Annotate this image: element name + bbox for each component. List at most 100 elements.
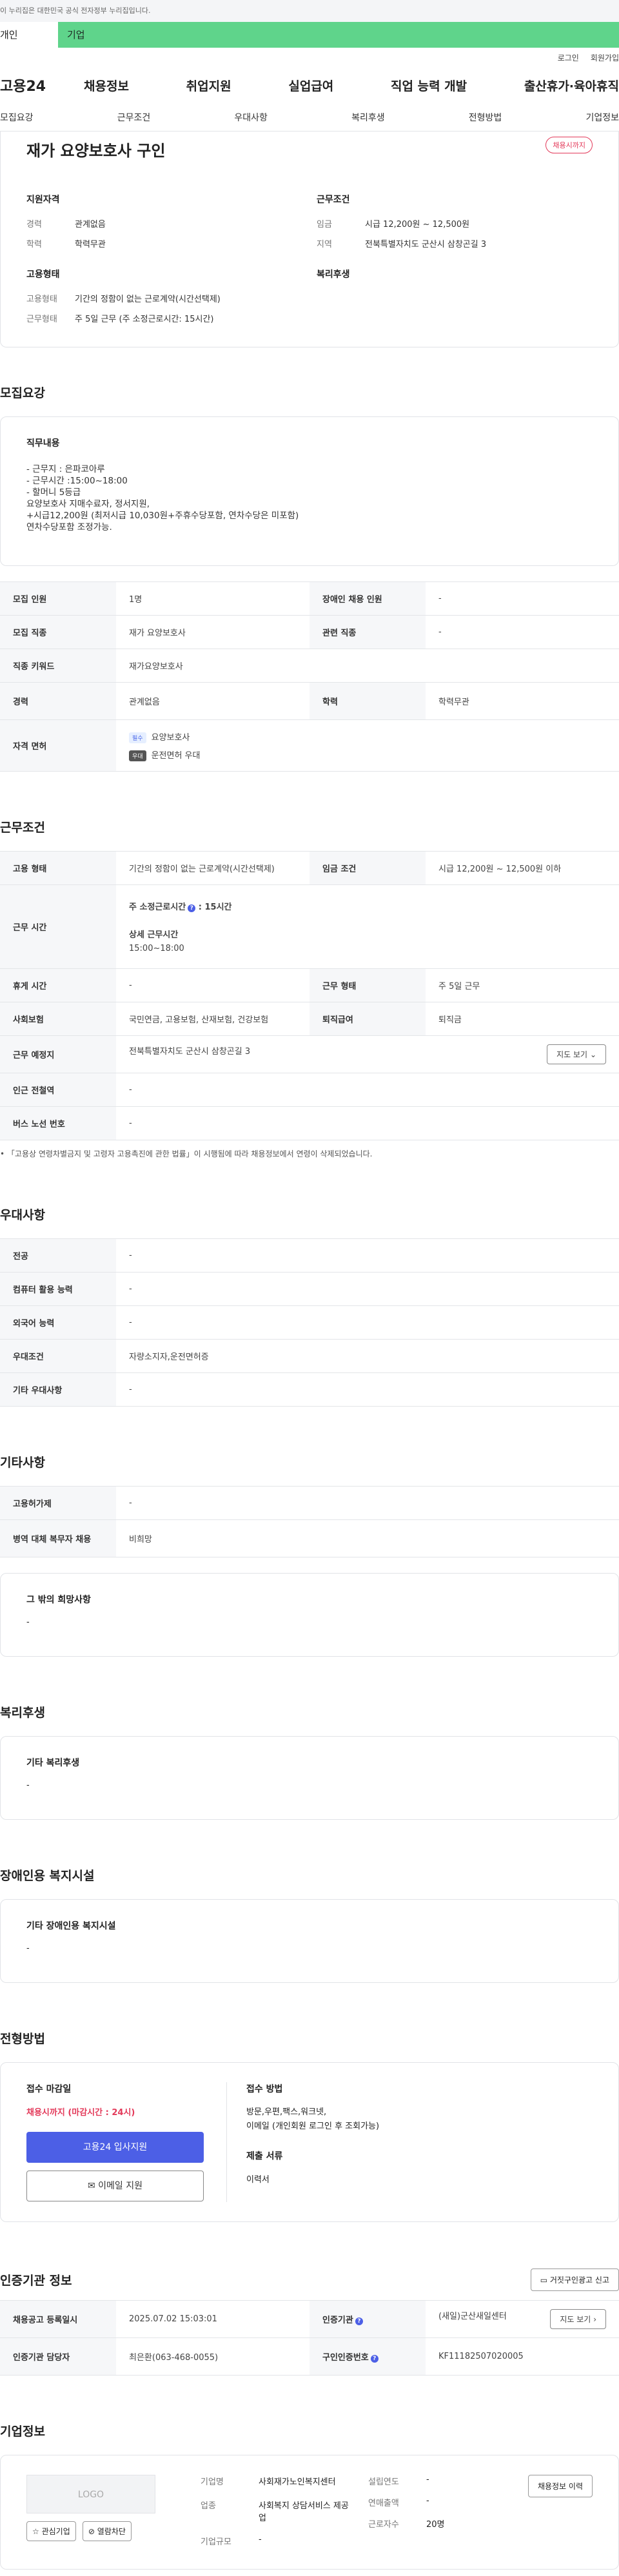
- section-title-welfare: 복리후생: [0, 1706, 45, 1720]
- site-logo[interactable]: 고용24: [0, 75, 84, 95]
- label: 모집 직종: [0, 615, 116, 649]
- section-title-other: 기타사항: [0, 1456, 45, 1470]
- table-row: 휴게 시간 - 근무 형태 주 5일 근무: [0, 968, 619, 1002]
- docs-value: 이력서: [246, 2175, 270, 2185]
- table-row: 컴퓨터 활용 능력 -: [0, 1272, 619, 1306]
- preferred-badge: 우대: [129, 750, 146, 761]
- email-apply-button[interactable]: ✉ 이메일 지원: [26, 2171, 204, 2201]
- help-icon[interactable]: ?: [355, 2317, 363, 2325]
- map-button[interactable]: 지도 보기 ⌄: [547, 1044, 606, 1064]
- chevron-right-icon: ›: [593, 2315, 596, 2324]
- wish-card: 그 밖의 희망사항 -: [0, 1573, 619, 1657]
- global-nav: 고용24 채용정보 취업지원 실업급여 직업 능력 개발 출산휴가·육아휴직: [0, 67, 619, 103]
- block-icon: ⊘: [88, 2527, 95, 2536]
- section-title-cert: 인증기관 정보: [0, 2274, 72, 2288]
- label: 직종 키워드: [0, 649, 116, 683]
- label: 근무 예정지: [0, 1035, 116, 1073]
- tab-company[interactable]: 기업: [58, 22, 619, 48]
- tab-conditions[interactable]: 근무조건: [117, 111, 151, 124]
- signup-link[interactable]: 회원가입: [591, 52, 619, 63]
- table-row: 근무 시간 주 소정근로시간? : 15시간 상세 근무시간 15:00~18:…: [0, 884, 619, 969]
- tab-welfare[interactable]: 복리후생: [351, 111, 385, 124]
- summary-card: 재가 요양보호사 구인 채용시까지 지원자격 경력 관계없음 학력 학력무관 고용형…: [0, 132, 619, 347]
- top-notice-bar: 이 누리집은 대한민국 공식 전자정부 누리집입니다.: [0, 0, 619, 22]
- tab-personal[interactable]: 개인: [0, 22, 58, 48]
- hours-detail-value: 15:00~18:00: [129, 944, 184, 953]
- table-row: 모집 직종 재가 요양보호사 관련 직종 -: [0, 615, 619, 649]
- table-row: 우대조건 자량소지자,운전면허증: [0, 1339, 619, 1373]
- company-card: LOGO ☆ 관심기업 ⊘ 열람차단 기업명 사회재가노인복지센터 업종 사회복지 …: [0, 2455, 619, 2570]
- value: 관계없음: [116, 682, 310, 720]
- age-note: • 「고용상 연령차별금지 및 고령자 고용촉진에 관한 법률」이 시행됨에 따…: [0, 1148, 619, 1159]
- value: 재가 요양보호사: [116, 615, 310, 649]
- apply-button[interactable]: 고용24 입사지원: [26, 2132, 204, 2163]
- table-row: 인증기관 담당자 최은환(063-468-0055) 구인인증번호? KF11182…: [0, 2337, 619, 2376]
- help-icon[interactable]: ?: [370, 2355, 378, 2363]
- label: 업종: [201, 2501, 216, 2511]
- block-button[interactable]: ⊘ 열람차단: [82, 2521, 132, 2541]
- cert-map-button[interactable]: 지도 보기 ›: [550, 2309, 606, 2329]
- login-link[interactable]: 로그인: [558, 52, 579, 63]
- label: 지역: [317, 240, 332, 249]
- label: 버스 노선 번호: [0, 1106, 116, 1140]
- value: 시급 12,200원 ~ 12,500원: [365, 220, 470, 229]
- value: 20명: [426, 2520, 445, 2530]
- tab-process[interactable]: 전형방법: [469, 111, 502, 124]
- table-row: 자격 면허 필수 요양보호사 우대 운전면허 우대: [0, 719, 619, 772]
- gnb-employment-support[interactable]: 취업지원: [186, 77, 231, 94]
- page-title: 재가 요양보호사 구인: [26, 142, 166, 160]
- job-heading: 직무내용: [26, 438, 60, 449]
- label: 설립연도: [368, 2477, 399, 2487]
- label: 임금 조건: [310, 851, 426, 885]
- value: 최은환(063-468-0055): [116, 2337, 310, 2376]
- label: 고용형태: [26, 295, 57, 304]
- label: 채용공고 등록일시: [0, 2300, 116, 2338]
- tab-recruit[interactable]: 모집요강: [0, 111, 34, 124]
- value: -: [116, 1486, 619, 1520]
- utility-links: 로그인 회원가입: [0, 48, 619, 67]
- value: 자량소지자,운전면허증: [116, 1339, 619, 1373]
- tab-prefer[interactable]: 우대사항: [234, 111, 268, 124]
- label: 고용 형태: [0, 851, 116, 885]
- block-label: 열람차단: [97, 2527, 126, 2536]
- welfare-heading: 복리후생: [317, 269, 350, 280]
- value: -: [426, 2496, 429, 2506]
- qual-heading: 지원자격: [26, 195, 60, 205]
- other-table: 고용허가제 - 병역 대체 복무자 채용 비희망: [0, 1486, 619, 1557]
- value: -: [116, 1305, 619, 1340]
- method-heading: 접수 방법: [246, 2084, 283, 2094]
- star-icon: ☆: [32, 2527, 39, 2536]
- required-badge: 필수: [129, 732, 146, 743]
- label: 장애인 채용 인원: [310, 581, 426, 616]
- table-row: 인근 전철역 -: [0, 1073, 619, 1107]
- label: 우대조건: [0, 1339, 116, 1373]
- gnb-unemployment-benefit[interactable]: 실업급여: [288, 77, 333, 94]
- value: 전북특별자치도 군산시 삼창곤길 3: [129, 1047, 251, 1057]
- label: 인증기관: [322, 2316, 353, 2325]
- value: 주 5일 근무: [426, 968, 619, 1002]
- label: 관련 직종: [310, 615, 426, 649]
- gnb-jobs[interactable]: 채용정보: [84, 77, 129, 94]
- tab-company[interactable]: 기업정보: [585, 111, 619, 124]
- label: 외국어 능력: [0, 1305, 116, 1340]
- deadline-heading: 접수 마감일: [26, 2084, 72, 2094]
- table-row: 기타 우대사항 -: [0, 1372, 619, 1407]
- map-button-label: 지도 보기: [560, 2315, 591, 2324]
- label: 임금: [317, 220, 332, 229]
- label: 근무 시간: [0, 884, 116, 969]
- welfare-card: 기타 복리후생 -: [0, 1736, 619, 1820]
- label: 근무 형태: [310, 968, 426, 1002]
- value: 기간의 정함이 없는 근로계약(시간선택제): [75, 295, 221, 304]
- process-card: 접수 마감일 채용시까지 (마감시간 : 24시) 고용24 입사지원 ✉ 이메…: [0, 2062, 619, 2222]
- help-icon[interactable]: ?: [188, 904, 196, 912]
- bullet-icon: •: [0, 1149, 5, 1158]
- table-row: 고용 형태 기간의 정함이 없는 근로계약(시간선택제) 임금 조건 시급 12,2…: [0, 851, 619, 885]
- label: 연매출액: [368, 2499, 399, 2508]
- history-button[interactable]: 채용정보 이력: [527, 2475, 593, 2497]
- label: 학력: [310, 682, 426, 720]
- favorite-button[interactable]: ☆ 관심기업: [26, 2521, 76, 2541]
- gnb-parental-leave[interactable]: 출산휴가·육아휴직: [524, 77, 619, 94]
- report-button[interactable]: ▭ 거짓구인광고 신고: [530, 2269, 619, 2291]
- map-button-label: 지도 보기: [556, 1050, 588, 1059]
- gnb-training[interactable]: 직업 능력 개발: [391, 77, 467, 94]
